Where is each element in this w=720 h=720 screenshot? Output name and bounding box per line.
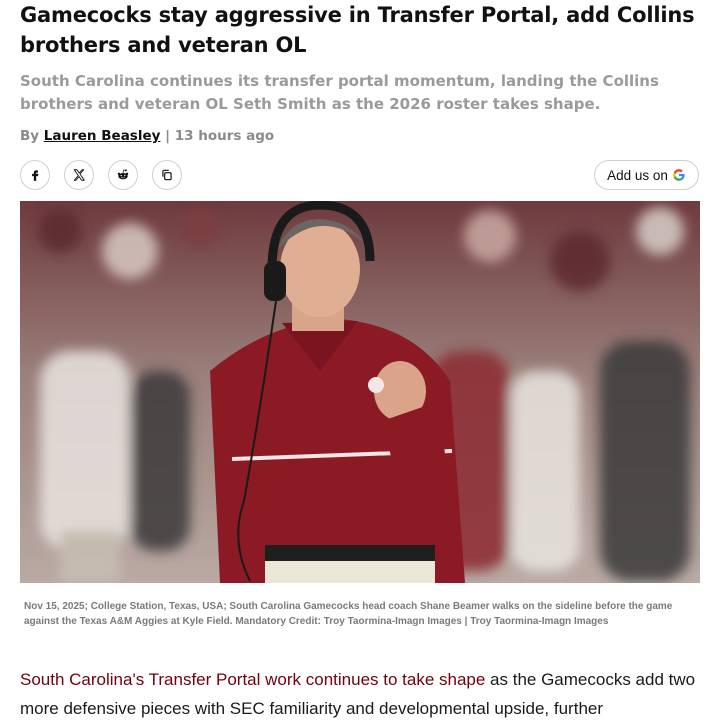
byline-separator: | [165, 128, 171, 144]
article-headline: Gamecocks stay aggressive in Transfer Po… [20, 3, 695, 57]
byline: By Lauren Beasley | 13 hours ago [20, 128, 274, 148]
x-icon [73, 169, 85, 181]
google-button-label: Add us on [607, 167, 668, 183]
google-g-icon [673, 169, 685, 181]
reddit-icon [117, 169, 129, 180]
author-link[interactable]: Lauren Beasley [44, 128, 161, 144]
article-hero-photo [20, 201, 700, 583]
article-subheadline: South Carolina continues its transfer po… [20, 72, 659, 113]
share-buttons [20, 160, 182, 190]
copy-icon [162, 169, 172, 181]
coach-photo-illustration [20, 201, 700, 583]
timestamp: 13 hours ago [174, 128, 275, 144]
facebook-share-button[interactable] [20, 160, 50, 190]
x-share-button[interactable] [64, 160, 94, 190]
add-us-on-google-button[interactable]: Add us on [594, 160, 699, 190]
byline-prefix: By [20, 128, 40, 144]
article-body-paragraph: South Carolina's Transfer Portal work co… [20, 665, 710, 720]
photo-caption: Nov 15, 2025; College Station, Texas, US… [24, 601, 673, 627]
copy-link-button[interactable] [152, 160, 182, 190]
facebook-icon [32, 170, 39, 181]
reddit-share-button[interactable] [108, 160, 138, 190]
transfer-portal-link[interactable]: South Carolina's Transfer Portal work co… [20, 670, 485, 689]
